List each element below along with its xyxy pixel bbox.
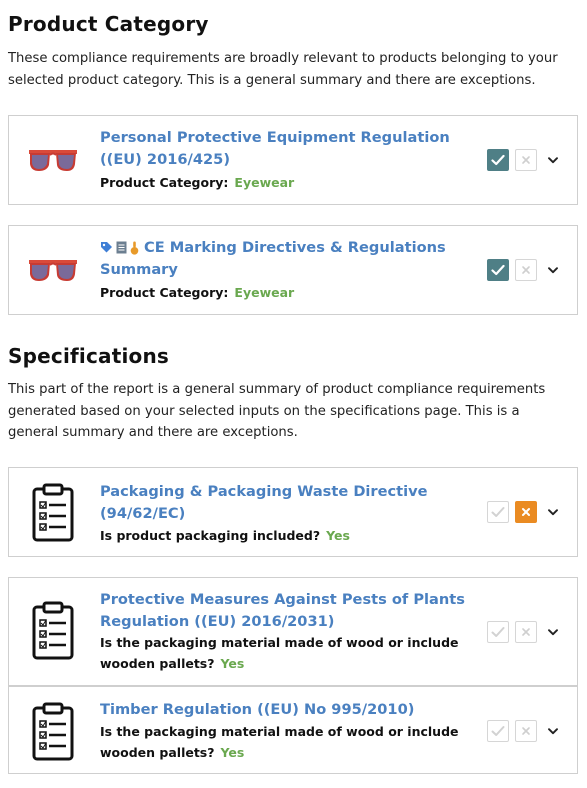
expand-chevron-button[interactable] xyxy=(546,505,560,519)
section-description-specifications: This part of the report is a general sum… xyxy=(8,382,546,440)
requirement-title-link[interactable]: CE Marking Directives & Regulations Summ… xyxy=(100,237,470,281)
sunglasses-icon xyxy=(29,150,77,171)
requirement-card-ppe: Personal Protective Equipment Regulation… xyxy=(8,115,578,205)
requirement-meta: Is product packaging included? Yes xyxy=(100,525,480,546)
meta-label: Product Category: xyxy=(100,285,229,300)
requirement-meta: Is the packaging material made of wood o… xyxy=(100,632,470,674)
chevron-down-icon xyxy=(548,628,558,635)
x-icon xyxy=(522,628,530,636)
reject-x-button[interactable] xyxy=(515,501,537,523)
requirement-card-ce-marking: CE Marking Directives & Regulations Summ… xyxy=(8,225,578,315)
requirement-title-text: CE Marking Directives & Regulations Summ… xyxy=(100,239,446,278)
approve-check-button[interactable] xyxy=(487,501,509,523)
check-icon xyxy=(491,627,505,637)
meta-label: Is the packaging material made of wood o… xyxy=(100,724,459,760)
reject-x-button[interactable] xyxy=(515,720,537,742)
tag-icon xyxy=(101,242,112,253)
reject-x-button[interactable] xyxy=(515,259,537,281)
requirement-card-plant-pests: Protective Measures Against Pests of Pla… xyxy=(8,577,578,686)
requirement-card-packaging-waste: Packaging & Packaging Waste Directive (9… xyxy=(8,467,578,557)
meta-value: Yes xyxy=(326,528,350,543)
meta-value: Eyewear xyxy=(234,285,295,300)
hand-icon xyxy=(130,241,139,255)
check-icon xyxy=(491,154,505,166)
document-icon xyxy=(116,241,127,254)
meta-value: Yes xyxy=(220,745,245,760)
expand-chevron-button[interactable] xyxy=(546,153,560,167)
approve-check-button[interactable] xyxy=(487,720,509,742)
check-icon xyxy=(491,264,505,276)
expand-chevron-button[interactable] xyxy=(546,724,560,738)
chevron-down-icon xyxy=(548,508,558,515)
requirement-title-link[interactable]: Timber Regulation ((EU) No 995/2010) xyxy=(100,699,470,721)
requirement-meta: Product Category: Eyewear xyxy=(100,172,480,193)
meta-value: Eyewear xyxy=(234,175,295,190)
check-icon xyxy=(491,507,505,517)
checklist-clipboard-icon xyxy=(32,702,74,761)
reject-x-button[interactable] xyxy=(515,149,537,171)
x-icon xyxy=(522,156,530,164)
sunglasses-icon xyxy=(29,260,77,281)
approve-check-button[interactable] xyxy=(487,259,509,281)
chevron-down-icon xyxy=(548,266,558,273)
x-icon xyxy=(522,508,530,516)
checklist-clipboard-icon xyxy=(32,601,74,660)
expand-chevron-button[interactable] xyxy=(546,263,560,277)
meta-label: Is the packaging material made of wood o… xyxy=(100,635,459,671)
requirement-card-timber: Timber Regulation ((EU) No 995/2010) Is … xyxy=(8,686,578,774)
title-icons xyxy=(100,241,139,255)
check-icon xyxy=(491,726,505,736)
checklist-clipboard-icon xyxy=(32,483,74,542)
x-icon xyxy=(522,266,530,274)
section-description-product-category: These compliance requirements are broadl… xyxy=(8,51,558,88)
expand-chevron-button[interactable] xyxy=(546,625,560,639)
meta-label: Is product packaging included? xyxy=(100,528,321,543)
requirement-meta: Product Category: Eyewear xyxy=(100,282,480,303)
requirement-title-link[interactable]: Personal Protective Equipment Regulation… xyxy=(100,127,470,171)
section-title-product-category: Product Category xyxy=(8,12,209,36)
section-title-specifications: Specifications xyxy=(8,344,170,368)
x-icon xyxy=(522,727,530,735)
requirement-meta: Is the packaging material made of wood o… xyxy=(100,721,470,763)
chevron-down-icon xyxy=(548,156,558,163)
approve-check-button[interactable] xyxy=(487,621,509,643)
meta-value: Yes xyxy=(220,656,245,671)
requirement-title-link[interactable]: Protective Measures Against Pests of Pla… xyxy=(100,589,470,633)
chevron-down-icon xyxy=(548,727,558,734)
reject-x-button[interactable] xyxy=(515,621,537,643)
requirement-title-link[interactable]: Packaging & Packaging Waste Directive (9… xyxy=(100,481,470,525)
approve-check-button[interactable] xyxy=(487,149,509,171)
meta-label: Product Category: xyxy=(100,175,229,190)
